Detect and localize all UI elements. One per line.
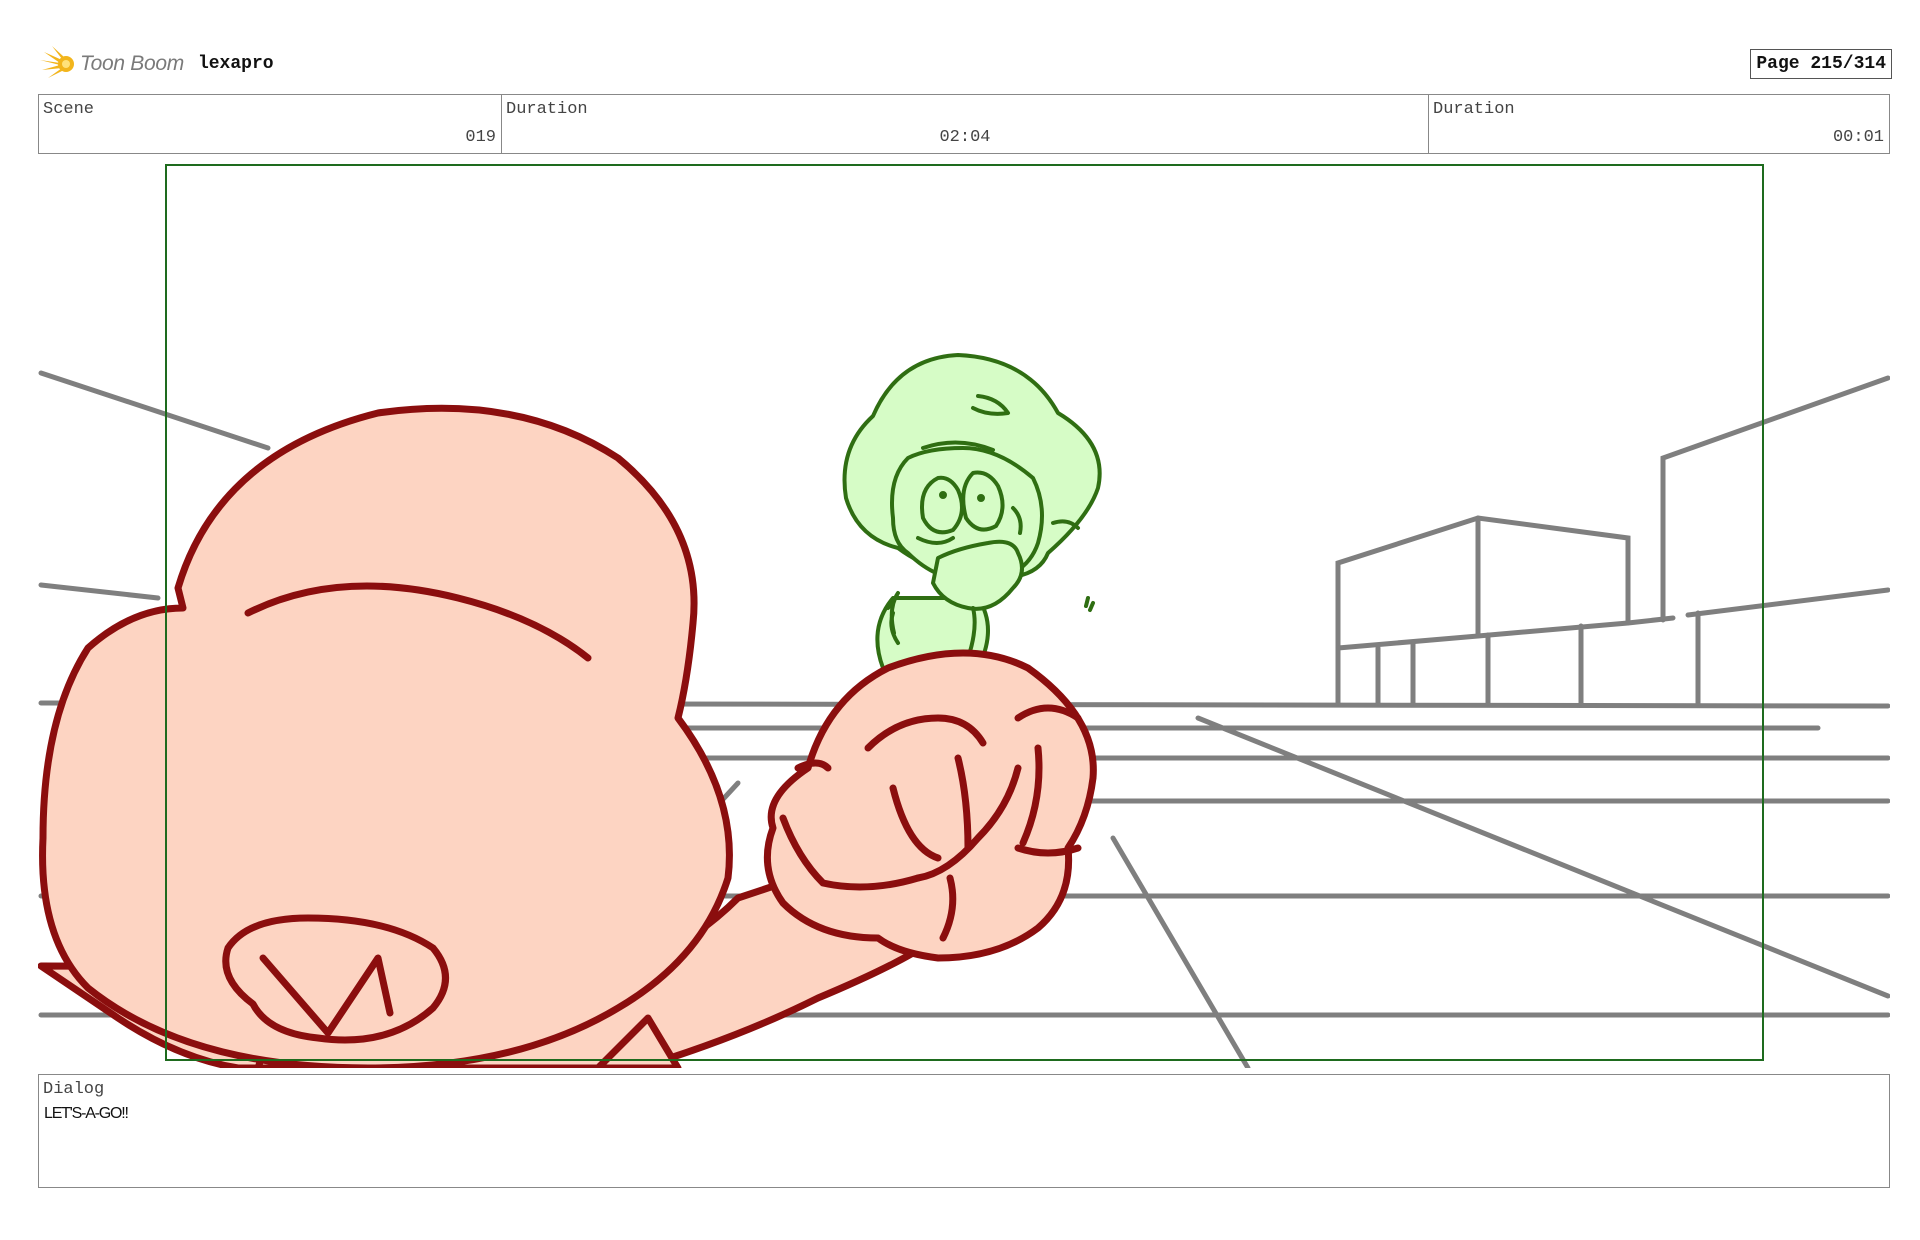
toon-boom-starburst-icon	[40, 46, 74, 78]
scene-cell: Scene 019	[39, 95, 502, 153]
panel-drawing	[38, 164, 1890, 1068]
panel-duration-label: Duration	[1433, 100, 1515, 119]
scene-info-table: Scene 019 Duration 02:04 Duration 00:01	[38, 94, 1890, 154]
dialog-text: LET'S-A-GO!!	[44, 1105, 129, 1122]
scene-label: Scene	[43, 100, 95, 119]
logo-wordmark: Toon Boom	[80, 52, 184, 75]
toon-boom-logo: Toon Boom lexapro	[40, 44, 274, 84]
scene-duration-cell: Duration 02:04	[502, 95, 1429, 153]
dialog-box: Dialog LET'S-A-GO!!	[38, 1074, 1890, 1188]
project-name: lexapro	[197, 54, 274, 74]
dialog-label: Dialog	[43, 1080, 105, 1099]
scene-value: 019	[465, 128, 496, 147]
panel-duration-cell: Duration 00:01	[1429, 95, 1889, 153]
page-indicator: Page 215/314	[1750, 49, 1892, 79]
panel-duration-value: 00:01	[1832, 128, 1884, 147]
scene-duration-value: 02:04	[939, 128, 991, 147]
storyboard-header: Toon Boom lexapro Page 215/314	[40, 44, 1892, 84]
scene-duration-label: Duration	[506, 100, 588, 119]
storyboard-panel	[38, 158, 1890, 1068]
